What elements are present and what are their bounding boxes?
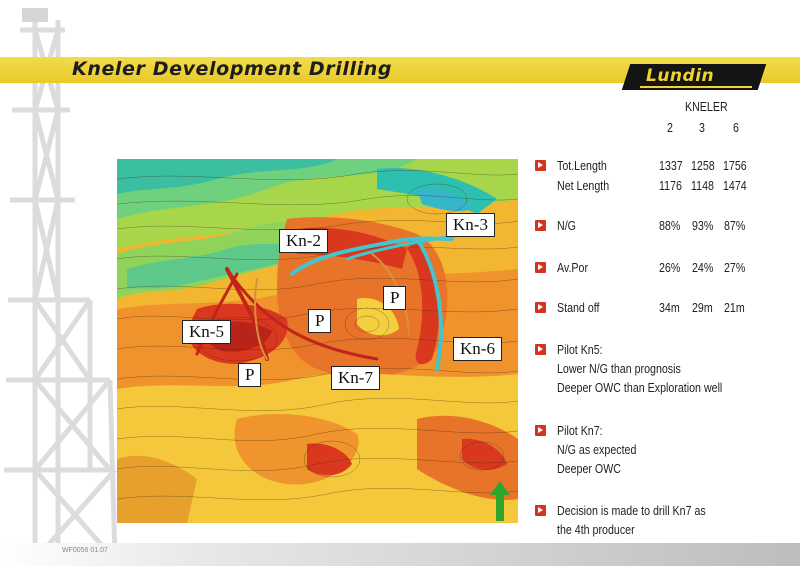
row-value: 1474 <box>723 178 747 193</box>
row-label: N/G <box>557 218 576 233</box>
pilot-label: P <box>308 309 332 333</box>
well-label-kn2: Kn-2 <box>279 229 328 253</box>
row-value: 24% <box>692 260 714 275</box>
row-label: Tot.Length <box>557 158 607 173</box>
row-value: 88% <box>659 218 681 233</box>
well-header: 6 <box>733 120 739 135</box>
slide-title: Kneler Development Drilling <box>72 58 393 80</box>
note-line: Pilot Kn5: <box>557 342 603 357</box>
row-value: 87% <box>724 218 746 233</box>
well-label-kn6: Kn-6 <box>453 337 502 361</box>
note-line: the 4th producer <box>557 522 635 537</box>
row-value: 1148 <box>691 178 714 193</box>
row-value: 1756 <box>723 158 747 173</box>
note-line: Deeper OWC <box>557 461 621 476</box>
bullet-icon <box>535 505 546 516</box>
logo-underline <box>640 86 752 88</box>
bullet-icon <box>535 425 546 436</box>
drilling-rig-graphic <box>4 8 118 566</box>
note-line: Deeper OWC than Exploration well <box>557 380 723 395</box>
row-value: 21m <box>724 300 745 315</box>
bullet-icon <box>535 262 546 273</box>
row-label: Av.Por <box>557 260 589 275</box>
row-value: 26% <box>659 260 681 275</box>
well-label-kn3: Kn-3 <box>446 213 495 237</box>
row-value: 29m <box>692 300 713 315</box>
north-arrow-icon <box>490 481 510 521</box>
lundin-logo: Lundin <box>646 66 715 86</box>
row-value: 27% <box>724 260 746 275</box>
row-value: 34m <box>659 300 680 315</box>
note-line: Decision is made to drill Kn7 as <box>557 503 706 518</box>
row-value: 93% <box>692 218 714 233</box>
row-label: Stand off <box>557 300 600 315</box>
bullet-icon <box>535 344 546 355</box>
bullet-icon <box>535 302 546 313</box>
note-line: Pilot Kn7: <box>557 423 603 438</box>
well-header: 3 <box>699 120 705 135</box>
table-group-header: KNELER <box>685 99 728 114</box>
note-line: Lower N/G than prognosis <box>557 361 681 376</box>
pilot-label: P <box>383 286 407 310</box>
row-value: 1176 <box>659 178 682 193</box>
row-value: 1258 <box>691 158 715 173</box>
bullet-icon <box>535 160 546 171</box>
well-label-kn7: Kn-7 <box>331 366 380 390</box>
well-label-kn5: Kn-5 <box>182 320 231 344</box>
bullet-icon <box>535 220 546 231</box>
footer-band <box>0 543 800 566</box>
note-line: N/G as expected <box>557 442 637 457</box>
well-header: 2 <box>667 120 673 135</box>
row-value: 1337 <box>659 158 683 173</box>
row-label: Net Length <box>557 178 610 193</box>
pilot-label: P <box>238 363 262 387</box>
footer-code: WF0056 01.07 <box>62 547 108 554</box>
